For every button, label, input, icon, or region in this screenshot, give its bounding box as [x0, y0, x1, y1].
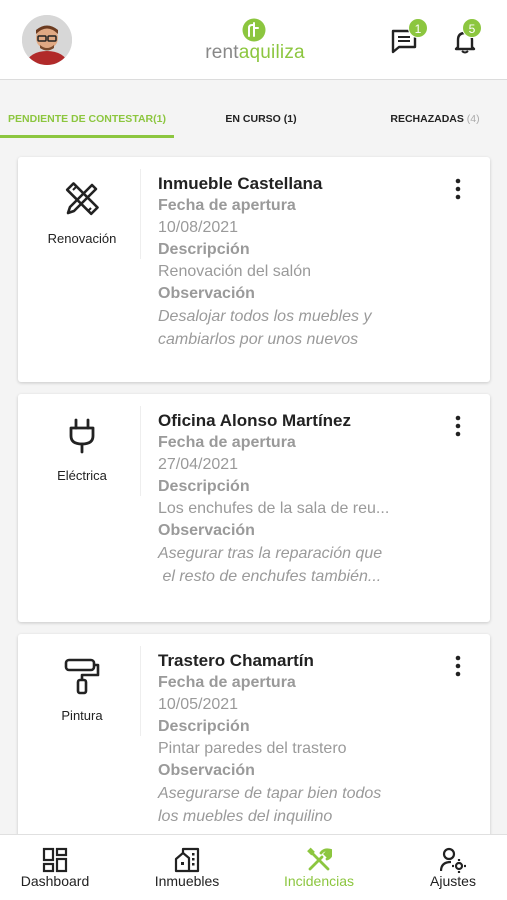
- tools-icon: [307, 847, 332, 871]
- date-value: 10/08/2021: [158, 219, 239, 236]
- tab-rejected-count: (4): [466, 113, 480, 125]
- incident-card[interactable]: Renovación Inmueble Castellana Fecha de …: [18, 157, 490, 382]
- observation-label: Observación: [158, 762, 255, 779]
- nav-ajustes[interactable]: Ajustes: [398, 835, 507, 900]
- app-logo: rentaquiliza: [200, 18, 310, 64]
- incident-card[interactable]: Pintura Trastero Chamartín Fecha de aper…: [18, 634, 490, 864]
- card-divider: [140, 646, 141, 736]
- incident-details: Inmueble Castellana Fecha de apertura 10…: [158, 173, 458, 351]
- property-title: Oficina Alonso Martínez: [158, 411, 352, 430]
- incident-type: Pintura: [18, 634, 140, 864]
- date-label: Fecha de apertura: [158, 434, 296, 451]
- observation-line: los muebles del inquilino: [158, 808, 333, 825]
- observation-label: Observación: [158, 285, 255, 302]
- active-tab-indicator: [0, 135, 174, 138]
- card-divider: [140, 169, 141, 259]
- card-divider: [140, 406, 141, 496]
- incident-type-label: Eléctrica: [57, 468, 107, 483]
- observation-label: Observación: [158, 522, 255, 539]
- logo-text-rent: rent: [205, 42, 239, 63]
- property-title: Inmueble Castellana: [158, 174, 323, 193]
- date-label: Fecha de apertura: [158, 197, 296, 214]
- tab-pending-label: PENDIENTE DE CONTESTAR(1): [8, 113, 166, 125]
- observation-line: Asegurar tras la reparación que: [158, 545, 383, 562]
- tab-in-progress[interactable]: EN CURSO (1): [174, 80, 348, 140]
- date-label: Fecha de apertura: [158, 674, 296, 691]
- logo-mark-icon: [242, 18, 266, 42]
- logo-text: rentaquiliza: [200, 42, 310, 64]
- nav-dashboard-label: Dashboard: [20, 873, 90, 889]
- incident-type-label: Renovación: [47, 231, 117, 246]
- paint-roller-icon: [64, 658, 100, 695]
- more-options-icon[interactable]: [450, 414, 466, 438]
- plug-icon: [69, 418, 95, 454]
- ruler-pencil-icon: [65, 182, 99, 216]
- tab-rejected[interactable]: RECHAZADAS (4): [370, 80, 500, 140]
- user-settings-icon: [440, 847, 466, 873]
- observation-line: cambiarlos por unos nuevos: [158, 331, 359, 348]
- notifications-badge: 5: [462, 18, 482, 38]
- tab-in-progress-label: EN CURSO (1): [225, 113, 297, 125]
- date-value: 27/04/2021: [158, 456, 239, 473]
- logo-text-aquiliza: aquiliza: [238, 42, 305, 63]
- nav-ajustes-label: Ajustes: [430, 873, 476, 889]
- bottom-navigation: Dashboard Inmuebles Incidencias Ajustes: [0, 834, 507, 900]
- description-value: Renovación del salón: [158, 263, 311, 280]
- observation-line: el resto de enchufes también...: [158, 568, 382, 585]
- more-options-icon[interactable]: [450, 177, 466, 201]
- description-label: Descripción: [158, 718, 250, 735]
- property-title: Trastero Chamartín: [158, 651, 314, 670]
- incident-card[interactable]: Eléctrica Oficina Alonso Martínez Fecha …: [18, 394, 490, 622]
- description-value: Pintar paredes del trastero: [158, 740, 347, 757]
- messages-badge: 1: [408, 18, 428, 38]
- description-value: Los enchufes de la sala de reu...: [158, 500, 390, 517]
- nav-incidencias-label: Incidencias: [283, 873, 355, 889]
- incident-type: Renovación: [18, 157, 140, 382]
- top-bar: rentaquiliza 1 5: [0, 0, 507, 80]
- tab-pending[interactable]: PENDIENTE DE CONTESTAR(1): [0, 80, 174, 140]
- observation-line: Desalojar todos los muebles y: [158, 308, 372, 325]
- avatar[interactable]: [22, 15, 72, 65]
- dashboard-icon: [42, 847, 68, 873]
- tab-rejected-label: RECHAZADAS: [390, 113, 464, 125]
- incident-type: Eléctrica: [18, 394, 140, 622]
- nav-incidencias[interactable]: Incidencias: [264, 835, 374, 900]
- more-options-icon[interactable]: [450, 654, 466, 678]
- observation-line: Asegurarse de tapar bien todos: [158, 785, 382, 802]
- date-value: 10/05/2021: [158, 696, 239, 713]
- description-label: Descripción: [158, 241, 250, 258]
- incident-type-label: Pintura: [61, 708, 103, 723]
- incident-details: Oficina Alonso Martínez Fecha de apertur…: [158, 410, 458, 588]
- nav-inmuebles-label: Inmuebles: [154, 873, 220, 889]
- status-tabs: PENDIENTE DE CONTESTAR(1) EN CURSO (1) R…: [0, 80, 507, 140]
- building-icon: [174, 847, 200, 873]
- description-label: Descripción: [158, 478, 250, 495]
- incident-details: Trastero Chamartín Fecha de apertura 10/…: [158, 650, 458, 828]
- nav-inmuebles[interactable]: Inmuebles: [132, 835, 242, 900]
- nav-dashboard[interactable]: Dashboard: [0, 835, 110, 900]
